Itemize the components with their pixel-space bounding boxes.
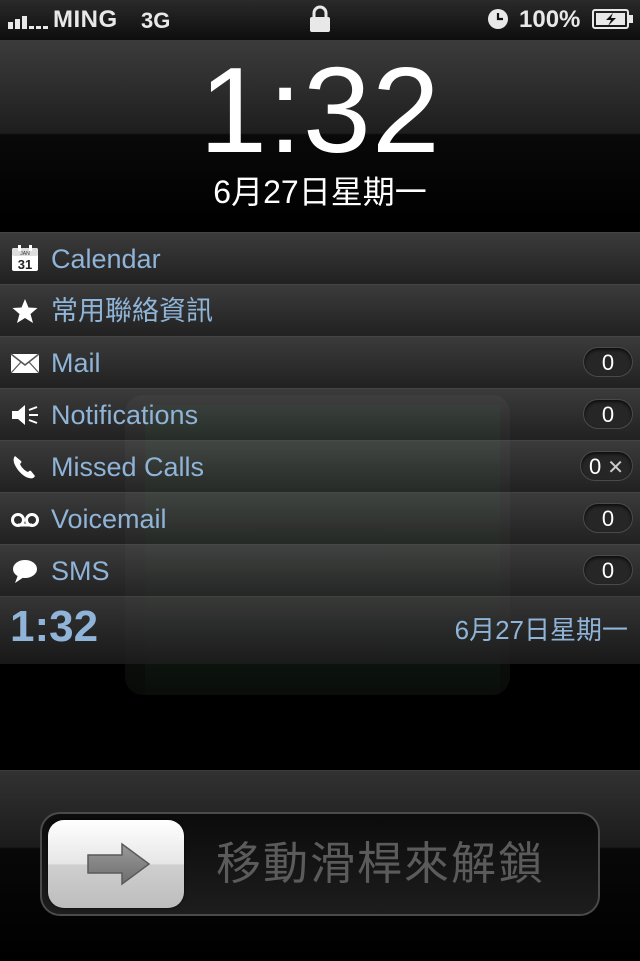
star-icon: [12, 299, 38, 323]
notification-list: 31 JAN Calendar 常用聯絡資訊 Mail 0 Notificati…: [0, 232, 640, 664]
row-mail[interactable]: Mail 0: [0, 336, 640, 388]
row-label: Calendar: [51, 244, 161, 274]
row-voicemail[interactable]: Voicemail 0: [0, 492, 640, 544]
time-date-row: 1:32 6月27日星期一: [0, 596, 640, 664]
calendar-icon-day: 31: [18, 257, 32, 272]
footer-date: 6月27日星期一: [454, 615, 628, 645]
lock-screen-time: 1:32: [199, 42, 441, 178]
status-bar: MING 3G 100%: [0, 0, 640, 40]
battery-percent: 100%: [519, 6, 581, 33]
right-arrow-icon: [87, 842, 151, 886]
mail-icon: [10, 353, 40, 374]
dismiss-icon[interactable]: ✕: [607, 457, 624, 479]
row-notifications[interactable]: Notifications 0: [0, 388, 640, 440]
count-value: 0: [588, 454, 602, 479]
row-calendar[interactable]: 31 JAN Calendar: [0, 232, 640, 284]
row-label: Voicemail: [51, 504, 167, 534]
network-type: 3G: [141, 8, 171, 33]
voicemail-icon: [11, 513, 39, 527]
lock-screen-date: 6月27日星期一: [213, 174, 427, 210]
row-label: SMS: [51, 556, 110, 586]
row-label: Missed Calls: [51, 452, 205, 482]
alarm-clock-icon: [488, 9, 508, 29]
calendar-icon-month: JAN: [20, 251, 30, 257]
phone-icon: [13, 456, 35, 479]
footer-time: 1:32: [10, 602, 99, 651]
count-badge[interactable]: 0 ✕: [579, 451, 633, 481]
count-badge: 0: [583, 399, 633, 429]
row-label: 常用聯絡資訊: [51, 296, 213, 326]
lock-icon: [310, 5, 330, 32]
speaker-icon: [12, 405, 38, 425]
count-badge: 0: [583, 347, 633, 377]
count-badge: 0: [583, 555, 633, 585]
unlock-slider-label: 移動滑桿來解鎖: [216, 838, 546, 889]
speech-bubble-icon: [13, 560, 37, 583]
battery-charging-icon: [592, 9, 633, 29]
row-label: Notifications: [51, 400, 199, 430]
carrier-name: MING: [53, 6, 118, 33]
calendar-icon: 31 JAN: [12, 245, 38, 272]
row-label: Mail: [51, 348, 101, 378]
count-badge: 0: [583, 503, 633, 533]
row-sms[interactable]: SMS 0: [0, 544, 640, 596]
row-favorites[interactable]: 常用聯絡資訊: [0, 284, 640, 336]
signal-icon: [8, 16, 48, 29]
row-missed-calls[interactable]: Missed Calls 0 ✕: [0, 440, 640, 492]
